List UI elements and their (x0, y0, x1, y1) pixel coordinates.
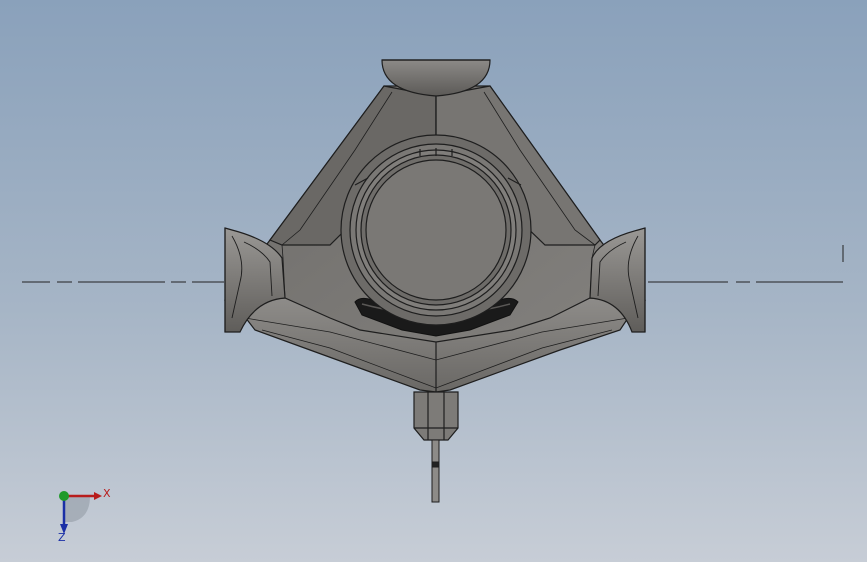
graphics-viewport[interactable]: X Z (0, 0, 867, 562)
x-axis-arrow (94, 492, 102, 500)
model-view[interactable] (0, 0, 867, 562)
bottom-boss[interactable] (413, 391, 459, 441)
triad-y-shadow (64, 496, 90, 522)
axis-triad: X Z (50, 482, 120, 546)
z-axis-label: Z (58, 531, 66, 544)
bottom-pin[interactable] (431, 439, 440, 503)
x-axis-label: X (103, 487, 111, 500)
y-axis-dot (59, 491, 69, 501)
center-bore[interactable] (340, 134, 532, 326)
